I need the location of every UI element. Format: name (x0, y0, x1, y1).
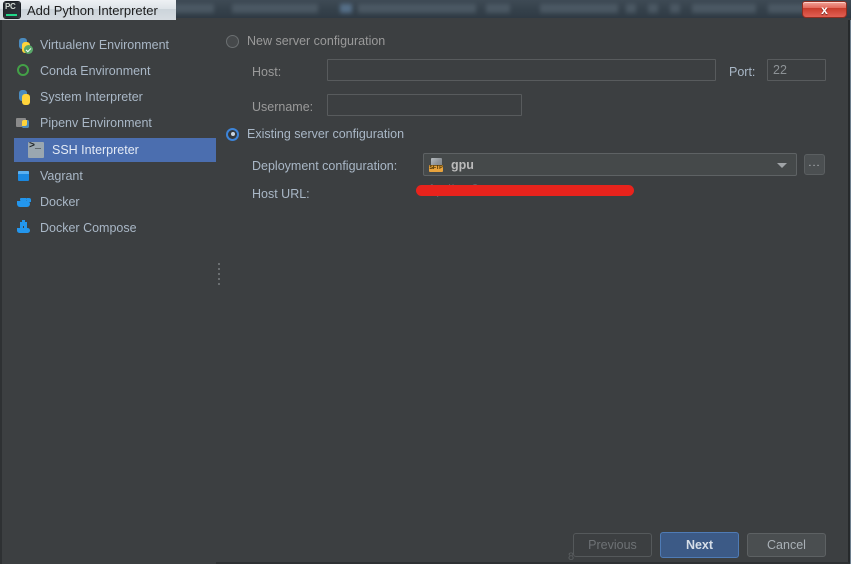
pipenv-folder-icon (16, 115, 32, 131)
username-input[interactable] (327, 94, 522, 116)
sidebar-item-docker[interactable]: Docker (2, 191, 216, 213)
radio-indicator (226, 34, 239, 48)
sidebar-item-virtualenv-environment[interactable]: Virtualenv Environment (2, 34, 216, 56)
radio-indicator-selected (226, 127, 239, 141)
sidebar-item-vagrant[interactable]: Vagrant (2, 165, 216, 187)
sidebar-item-docker-compose[interactable]: Docker Compose (2, 217, 216, 239)
host-url-redaction-mark (416, 185, 634, 196)
username-label: Username: (252, 100, 314, 114)
sidebar-item-label: Virtualenv Environment (40, 38, 170, 52)
close-button[interactable]: x (802, 1, 847, 18)
docker-compose-icon (16, 220, 32, 236)
deployment-configuration-select[interactable]: SFTP gpu (423, 153, 797, 176)
sidebar-item-label: System Interpreter (40, 90, 143, 104)
previous-button[interactable]: Previous (573, 533, 652, 557)
sidebar-item-conda-environment[interactable]: Conda Environment (2, 60, 216, 82)
host-input[interactable] (327, 59, 716, 81)
docker-whale-icon (16, 194, 32, 210)
sidebar-item-label: Conda Environment (40, 64, 151, 78)
vagrant-cube-icon (16, 168, 32, 184)
ssh-interpreter-panel: New server configuration Host: Port: 22 … (216, 20, 850, 564)
host-url-label: Host URL: (252, 187, 310, 201)
close-icon: x (821, 2, 828, 17)
sftp-server-icon: SFTP (429, 157, 445, 172)
sidebar-item-pipenv-environment[interactable]: Pipenv Environment (2, 112, 216, 134)
sidebar-item-ssh-interpreter[interactable]: SSH Interpreter (14, 138, 216, 162)
existing-server-configuration-radio[interactable]: Existing server configuration (226, 127, 404, 141)
window-title: Add Python Interpreter (27, 2, 158, 18)
browse-deployment-button[interactable]: ... (804, 154, 825, 175)
sidebar-item-system-interpreter[interactable]: System Interpreter (2, 86, 216, 108)
deployment-configuration-label: Deployment configuration: (252, 159, 398, 173)
interpreter-type-sidebar: Virtualenv Environment Conda Environment… (2, 20, 216, 564)
window-title-bar[interactable]: Add Python Interpreter (0, 0, 176, 20)
sidebar-item-label: Pipenv Environment (40, 116, 152, 130)
existing-server-configuration-label: Existing server configuration (247, 127, 405, 141)
new-server-configuration-label: New server configuration (247, 34, 386, 48)
host-label: Host: (252, 65, 282, 79)
pycharm-add-interpreter-dialog: Add Python Interpreter x Virtualenv Envi… (0, 0, 851, 564)
ssh-terminal-icon (28, 142, 44, 158)
sidebar-item-label: Vagrant (40, 169, 83, 183)
sidebar-item-label: Docker (40, 195, 80, 209)
cancel-button[interactable]: Cancel (747, 533, 826, 557)
next-button[interactable]: Next (660, 532, 739, 558)
sidebar-item-label: Docker Compose (40, 221, 137, 235)
dialog-body: Virtualenv Environment Conda Environment… (0, 20, 851, 564)
port-label: Port: (729, 65, 756, 79)
sidebar-item-label: SSH Interpreter (52, 143, 139, 157)
chevron-down-icon (777, 162, 787, 168)
port-input[interactable]: 22 (767, 59, 826, 81)
deployment-configuration-value: gpu (451, 157, 474, 172)
conda-ring-icon (16, 63, 32, 79)
python-icon (16, 89, 32, 105)
pycharm-logo-icon (4, 2, 20, 18)
python-check-icon (16, 37, 33, 54)
new-server-configuration-radio[interactable]: New server configuration (226, 34, 385, 48)
